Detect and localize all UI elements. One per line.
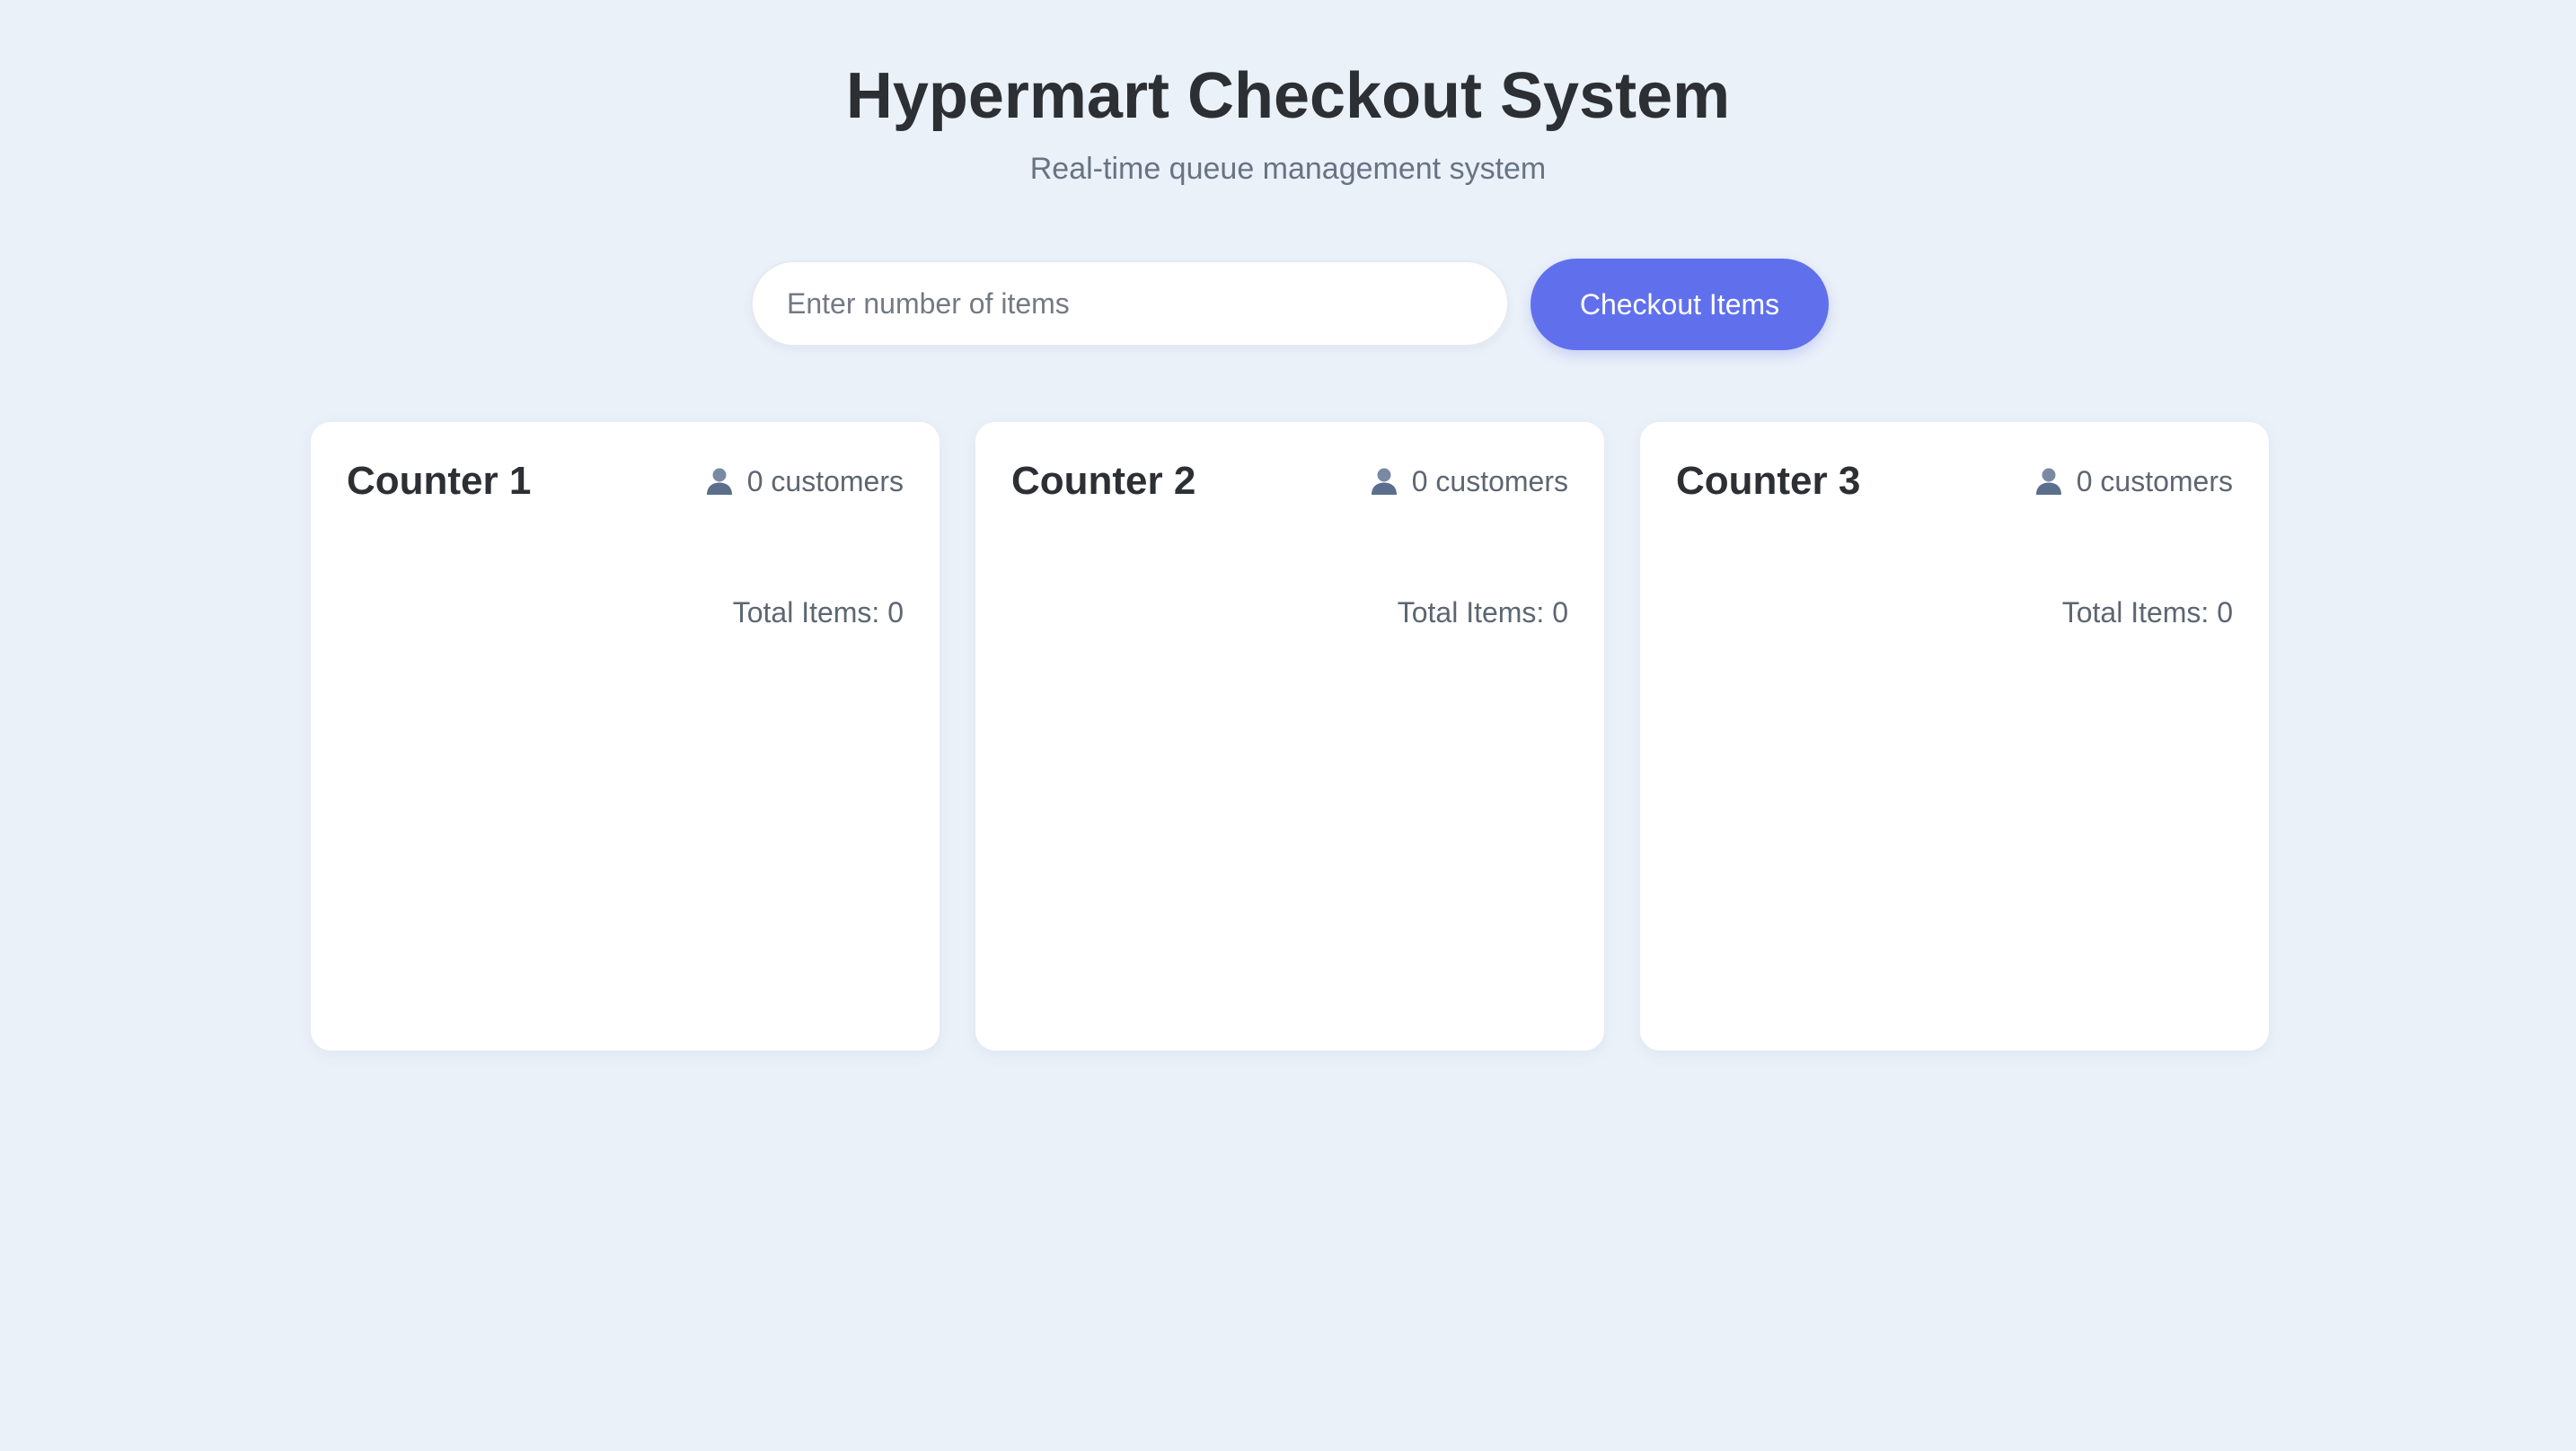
person-icon [706, 468, 732, 495]
customer-count-label: 0 customers [2076, 465, 2233, 497]
page-title: Hypermart Checkout System [845, 60, 1731, 132]
customer-count-label: 0 customers [746, 465, 904, 497]
checkout-controls: Checkout Items [751, 259, 1829, 350]
checkout-items-button[interactable]: Checkout Items [1531, 259, 1829, 350]
page-subtitle: Real-time queue management system [1029, 152, 1547, 186]
counter-name: Counter 3 [1676, 459, 1861, 503]
counter-card-1: Counter 1 0 customers Total Items: 0 [311, 422, 940, 1051]
page-header: Hypermart Checkout System Real-time queu… [0, 56, 2576, 189]
total-items-label: Total Items: 0 [732, 596, 904, 629]
customer-count: 0 customers [704, 463, 904, 499]
customer-count: 0 customers [2033, 463, 2233, 499]
total-items-label: Total Items: 0 [1397, 596, 1568, 629]
person-icon [1371, 468, 1397, 495]
counter-card-2: Counter 2 0 customers Total Items: 0 [975, 422, 1604, 1051]
customer-count-label: 0 customers [1411, 465, 1568, 497]
customer-count: 0 customers [1369, 463, 1568, 499]
counters-grid: Counter 1 0 customers Total Items: 0 Cou… [311, 422, 2269, 1051]
counter-name: Counter 2 [1011, 459, 1196, 503]
person-icon [2035, 468, 2061, 495]
checkout-page: Hypermart Checkout System Real-time queu… [0, 0, 2576, 1451]
counter-card-3: Counter 3 0 customers Total Items: 0 [1640, 422, 2269, 1051]
total-items-label: Total Items: 0 [2061, 596, 2233, 629]
items-count-input[interactable] [751, 260, 1509, 347]
counter-name: Counter 1 [347, 459, 532, 503]
